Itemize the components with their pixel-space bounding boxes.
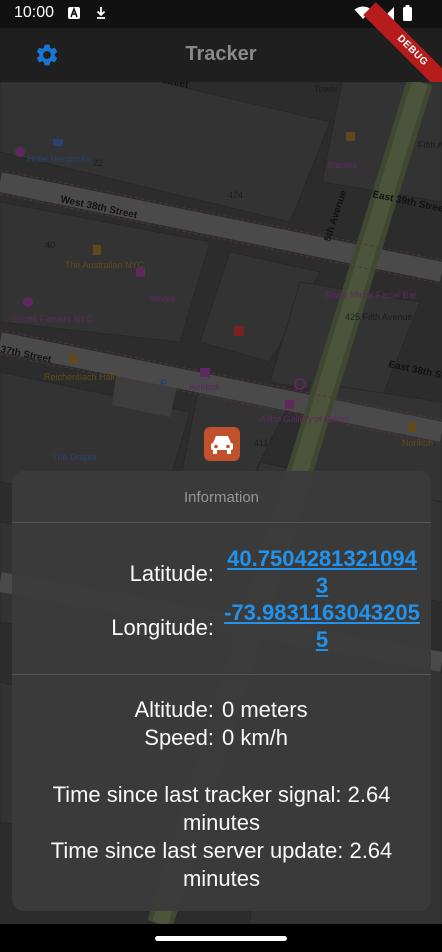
server-update-time-unit: minutes [182, 866, 261, 891]
latitude-label: Latitude: [129, 561, 214, 586]
altitude-row: Altitude: 0 meters [12, 697, 431, 725]
gift-icon [285, 400, 294, 409]
divider [12, 674, 431, 675]
poi-label: Hotel Hendricks [27, 154, 91, 164]
navigation-bar [0, 924, 442, 952]
poi-label: Staples [327, 160, 358, 170]
home-gesture-handle[interactable] [155, 936, 287, 941]
poi-label: Reebok [189, 382, 221, 392]
notification-a-icon [68, 6, 80, 19]
poi-label: Astro Gallery of Gems [260, 414, 349, 424]
altitude-label: Altitude: [134, 697, 215, 722]
shop-icon [346, 132, 355, 141]
divider [12, 522, 431, 523]
speed-row: Speed: 0 km/h [12, 725, 431, 753]
speed-value: 0 km/h [222, 725, 289, 750]
server-update-time: Time since last server update: 2.64 [50, 838, 393, 863]
house-number: 424 [228, 190, 243, 200]
poi-label: Fifth Avenue [418, 140, 442, 150]
poi-label: The Australian NYC [65, 260, 145, 270]
vehicle-marker[interactable] [204, 427, 240, 461]
longitude-label: Longitude: [111, 615, 214, 640]
house-number: 22 [93, 158, 103, 168]
street-label: 5th Avenue [322, 189, 349, 243]
shop-icon [136, 268, 145, 277]
parking-icon: P [160, 378, 167, 390]
page-title: Tracker [185, 43, 257, 65]
tracker-signal-time: Time since last tracker signal: 2.64 [52, 782, 391, 807]
house-number: 40 [45, 240, 55, 250]
flower-icon [23, 297, 33, 307]
restaurant-icon [93, 245, 101, 255]
poi-label: Scotts Flowers NYC [12, 314, 93, 324]
restaurant-icon [69, 354, 77, 364]
poi-label: 411 [254, 438, 268, 448]
tracker-signal-time-unit: minutes [182, 810, 261, 835]
flower-icon [15, 147, 25, 157]
latitude-link[interactable]: 40.75042813210943 [224, 545, 420, 599]
download-icon [96, 7, 106, 19]
app-bar: Tracker DEBUG [0, 2, 442, 100]
hotel-icon [53, 139, 63, 146]
battery-icon [403, 5, 412, 21]
poi-label: Reichenbach Hall [44, 372, 115, 382]
altitude-value: 0 meters [222, 697, 308, 722]
clothes-icon [200, 368, 210, 377]
poi-label: Tower [314, 84, 338, 94]
street-label: East 38th Street [387, 359, 442, 386]
poi-label: The Draper [52, 452, 98, 462]
speed-label: Speed: [144, 725, 214, 750]
restaurant-icon [408, 422, 416, 432]
information-panel: Information Latitude: 40.75042813210943 … [12, 471, 431, 911]
panel-title: Information [183, 489, 260, 506]
pharmacy-icon [234, 326, 244, 336]
longitude-link[interactable]: -73.98311630432055 [224, 599, 420, 653]
poi-label: Silver Mirror Facial Bar [325, 290, 417, 300]
poi-label: 425 Fifth Avenue [345, 312, 412, 322]
poi-label: élevée [149, 293, 176, 303]
poi-label: Norikoh [402, 438, 433, 448]
car-icon [211, 436, 233, 454]
status-time: 10:00 [14, 4, 55, 21]
